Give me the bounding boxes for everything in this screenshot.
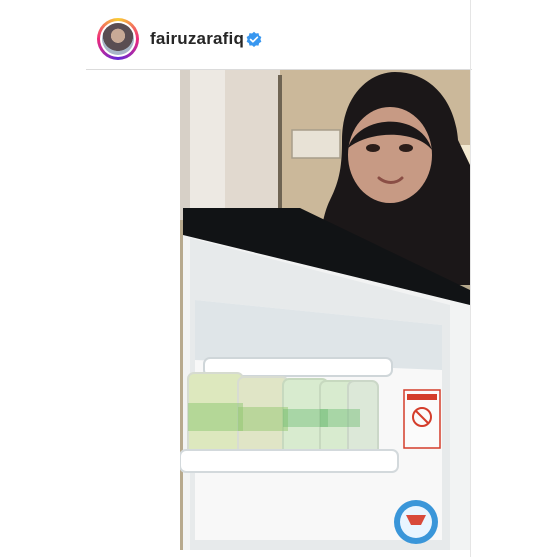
photo-illustration [180, 70, 470, 550]
room-door [225, 70, 280, 220]
fridge-lower-shelf [180, 449, 399, 473]
milk-bag-label-2 [238, 407, 288, 431]
room-door-frame [190, 70, 225, 220]
woman-eye-left [366, 144, 380, 152]
avatar-image [102, 23, 134, 55]
woman-face [348, 107, 432, 203]
post-header [86, 0, 472, 70]
post-border [470, 0, 471, 557]
verified-badge-icon [246, 31, 262, 48]
milk-bag-label-4 [320, 409, 360, 427]
instagram-post-screenshot: fairuzarafiq [0, 0, 557, 557]
woman-eye-right [399, 144, 413, 152]
room-aircon [291, 129, 341, 159]
profile-avatar[interactable] [100, 21, 136, 57]
username-link[interactable]: fairuzarafiq [150, 29, 244, 49]
warning-sticker-header [407, 394, 437, 400]
post-photo[interactable] [180, 70, 470, 550]
room-cabinet-edge [278, 75, 282, 220]
milk-bag-label-1 [188, 403, 243, 431]
story-ring[interactable] [97, 18, 139, 60]
